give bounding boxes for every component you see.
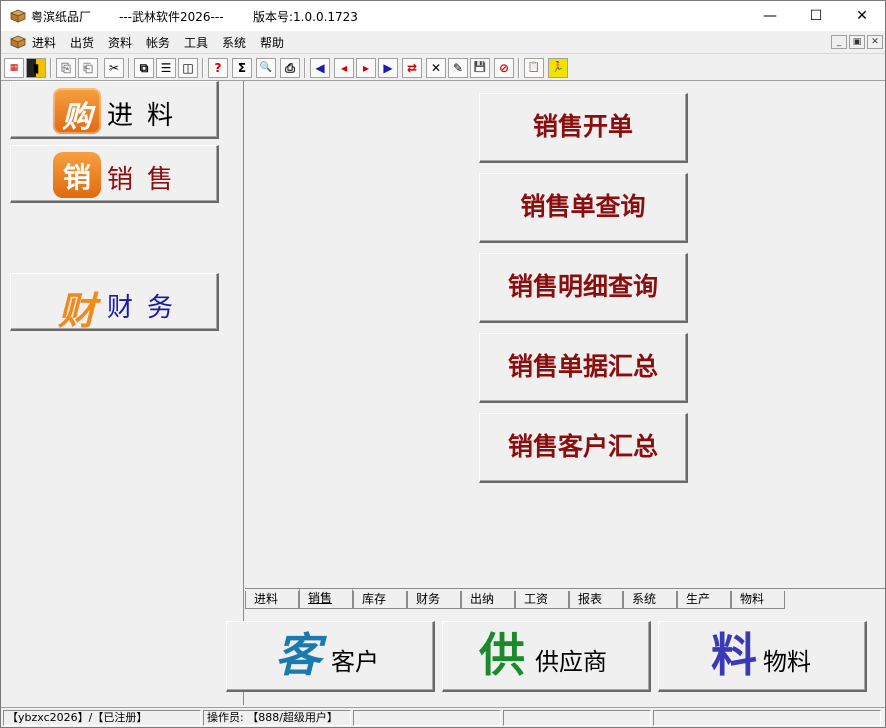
status-panel-empty xyxy=(503,710,651,726)
status-bar: 【ybzxc2026】/【已注册】 操作员: 【888/超级用户】 xyxy=(1,707,885,727)
finance-label: 财务 xyxy=(107,293,188,323)
tab-production[interactable]: 生产 xyxy=(677,591,731,609)
operator-status: 操作员: 【888/超级用户】 xyxy=(203,710,351,726)
purchase-icon-glyph: 购 xyxy=(62,100,92,135)
transfer-icon[interactable]: ⇄ xyxy=(402,58,422,78)
purchase-label: 进料 xyxy=(107,101,188,131)
app-window: 粤滨纸品厂 ---武林软件2026--- 版本号:1.0.0.1723 — ☐ … xyxy=(0,0,886,728)
status-panel-empty xyxy=(353,710,501,726)
menu-bar: 进料 出货 资料 帐务 工具 系统 帮助 _ ▣ ✕ xyxy=(1,31,885,53)
tab-cashier[interactable]: 出纳 xyxy=(461,591,515,609)
paste-icon[interactable]: ⎗ xyxy=(78,58,98,78)
mdi-minimize-button[interactable]: _ xyxy=(831,35,847,49)
maximize-button[interactable]: ☐ xyxy=(793,1,839,31)
toolbar-separator xyxy=(518,58,520,78)
tab-reports[interactable]: 报表 xyxy=(569,591,623,609)
material-label: 物料 xyxy=(763,648,811,676)
tab-system[interactable]: 系统 xyxy=(623,591,677,609)
last-record-icon[interactable]: ▶ xyxy=(378,58,398,78)
menu-purchase[interactable]: 进料 xyxy=(32,34,56,51)
cascade-icon[interactable]: ⧉ xyxy=(134,58,154,78)
app-box-icon xyxy=(10,9,26,23)
sales-summary-button[interactable]: 销售单据汇总 xyxy=(479,333,688,403)
version-label: 版本号:1.0.0.1723 xyxy=(253,10,358,24)
material-glyph: 料 xyxy=(711,628,757,682)
query-icon[interactable]: ? xyxy=(208,58,228,78)
sales-order-query-button[interactable]: 销售单查询 xyxy=(479,173,688,243)
app-name: 粤滨纸品厂 xyxy=(31,10,92,24)
print-icon[interactable]: ⎙ xyxy=(280,58,300,78)
sales-detail-query-button[interactable]: 销售明细查询 xyxy=(479,253,688,323)
toolbar-separator xyxy=(304,58,306,78)
exit-icon[interactable]: 🏃 xyxy=(548,58,568,78)
finance-icon: 财 xyxy=(53,280,101,333)
menu-accounts[interactable]: 帐务 xyxy=(146,34,170,51)
sales-icon-glyph: 销 xyxy=(62,161,91,194)
tab-inventory[interactable]: 库存 xyxy=(353,591,407,609)
delete-icon[interactable]: ✕ xyxy=(426,58,446,78)
preview-icon[interactable]: 🔍 xyxy=(256,58,276,78)
status-panel-empty xyxy=(653,710,881,726)
sum-icon[interactable]: Σ xyxy=(232,58,252,78)
toolbar-separator xyxy=(128,58,130,78)
cut-icon[interactable]: ✂ xyxy=(104,58,124,78)
tile-vertical-icon[interactable]: ◫ xyxy=(178,58,198,78)
clipboard-icon[interactable]: 📋 xyxy=(524,58,544,78)
edit-icon[interactable]: ✎ xyxy=(448,58,468,78)
finance-icon-glyph: 财 xyxy=(57,288,96,333)
customer-button[interactable]: 客 客户 xyxy=(226,621,435,692)
tile-horizontal-icon[interactable]: ☰ xyxy=(156,58,176,78)
customer-glyph: 客 xyxy=(275,628,321,682)
account-status: 【ybzxc2026】/【已注册】 xyxy=(3,710,201,726)
sales-main-panel: 销售开单 销售单查询 销售明细查询 销售单据汇总 销售客户汇总 xyxy=(245,81,885,589)
toolbar-separator xyxy=(50,58,52,78)
menu-system[interactable]: 系统 xyxy=(222,34,246,51)
toolbar-separator xyxy=(202,58,204,78)
supplier-button[interactable]: 供 供应商 xyxy=(442,621,651,692)
menu-tools[interactable]: 工具 xyxy=(184,34,208,51)
mdi-restore-button[interactable]: ▣ xyxy=(849,35,865,49)
save-icon[interactable]: 💾 xyxy=(470,58,490,78)
book-icon[interactable]: ▮ xyxy=(26,58,46,78)
customer-label: 客户 xyxy=(331,648,379,676)
material-button[interactable]: 料 物料 xyxy=(658,621,867,692)
module-tabs: 进料 销售 库存 财务 出纳 工资 报表 系统 生产 物料 xyxy=(245,589,885,611)
toolbar: ▦ ▮ ⎘ ⎗ ✂ ⧉ ☰ ◫ ? Σ 🔍 ⎙ ◀ ◂ ▸ ▶ ⇄ ✕ ✎ 💾 … xyxy=(1,53,885,81)
sales-label: 销售 xyxy=(107,165,188,195)
title-bar: 粤滨纸品厂 ---武林软件2026--- 版本号:1.0.0.1723 — ☐ … xyxy=(1,1,885,31)
module-sidebar: 购 进料 销 销售 财 财务 xyxy=(1,81,244,705)
cancel-icon[interactable]: ⊘ xyxy=(494,58,514,78)
menu-shipment[interactable]: 出货 xyxy=(70,34,94,51)
sales-icon: 销 xyxy=(53,152,101,198)
sales-order-button[interactable]: 销售开单 xyxy=(479,93,688,163)
first-record-icon[interactable]: ◀ xyxy=(310,58,330,78)
menu-help[interactable]: 帮助 xyxy=(260,34,284,51)
tab-sales[interactable]: 销售 xyxy=(299,589,353,609)
purchase-module-button[interactable]: 购 进料 xyxy=(10,81,219,139)
tab-payroll[interactable]: 工资 xyxy=(515,591,569,609)
tab-finance[interactable]: 财务 xyxy=(407,591,461,609)
mdi-close-button[interactable]: ✕ xyxy=(867,35,883,49)
finance-module-button[interactable]: 财 财务 xyxy=(10,273,219,333)
copy-icon[interactable]: ⎘ xyxy=(56,58,76,78)
sales-module-button[interactable]: 销 销售 xyxy=(10,145,219,203)
tab-materials[interactable]: 物料 xyxy=(731,591,785,609)
minimize-button[interactable]: — xyxy=(747,1,793,31)
purchase-icon: 购 xyxy=(53,88,101,135)
menu-app-icon xyxy=(10,35,26,49)
menu-data[interactable]: 资料 xyxy=(108,34,132,51)
close-button[interactable]: ✕ xyxy=(839,1,885,31)
report-icon[interactable]: ▦ xyxy=(4,58,24,78)
previous-record-icon[interactable]: ◂ xyxy=(334,58,354,78)
software-name: ---武林软件2026--- xyxy=(119,10,224,24)
tab-purchase[interactable]: 进料 xyxy=(245,591,299,609)
supplier-glyph: 供 xyxy=(479,628,525,682)
supplier-label: 供应商 xyxy=(535,648,607,676)
sales-customer-summary-button[interactable]: 销售客户汇总 xyxy=(479,413,688,483)
next-record-icon[interactable]: ▸ xyxy=(356,58,376,78)
